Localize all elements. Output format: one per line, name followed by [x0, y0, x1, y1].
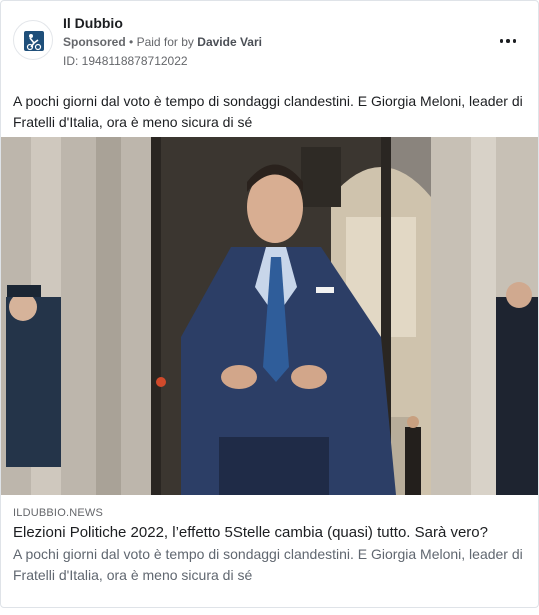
- link-domain[interactable]: ILDUBBIO.NEWS: [13, 507, 103, 519]
- sponsored-label: Sponsored: [63, 35, 126, 49]
- page-avatar[interactable]: [13, 20, 53, 60]
- photo-illustration: [1, 137, 538, 495]
- link-description[interactable]: A pochi giorni dal voto è tempo di sonda…: [13, 544, 528, 586]
- paid-by-name: Davide Vari: [197, 35, 262, 49]
- il-dubbio-logo-icon: [24, 31, 44, 51]
- page-name[interactable]: Il Dubbio: [63, 15, 123, 31]
- separator: •: [129, 35, 134, 49]
- ad-card: Il Dubbio Sponsored • Paid for by Davide…: [0, 0, 539, 608]
- sponsor-line: Sponsored • Paid for by Davide Vari: [63, 35, 262, 49]
- paid-for-prefix: Paid for by: [136, 35, 194, 49]
- post-body-text: A pochi giorni dal voto è tempo di sonda…: [13, 93, 523, 130]
- more-options-button[interactable]: [495, 31, 521, 51]
- link-image[interactable]: [1, 137, 538, 495]
- link-title[interactable]: Elezioni Politiche 2022, l’effetto 5Stel…: [13, 523, 528, 543]
- ad-id: ID: 1948118878712022: [63, 54, 188, 68]
- post-header: Il Dubbio Sponsored • Paid for by Davide…: [1, 1, 538, 79]
- more-horizontal-icon: [498, 39, 518, 43]
